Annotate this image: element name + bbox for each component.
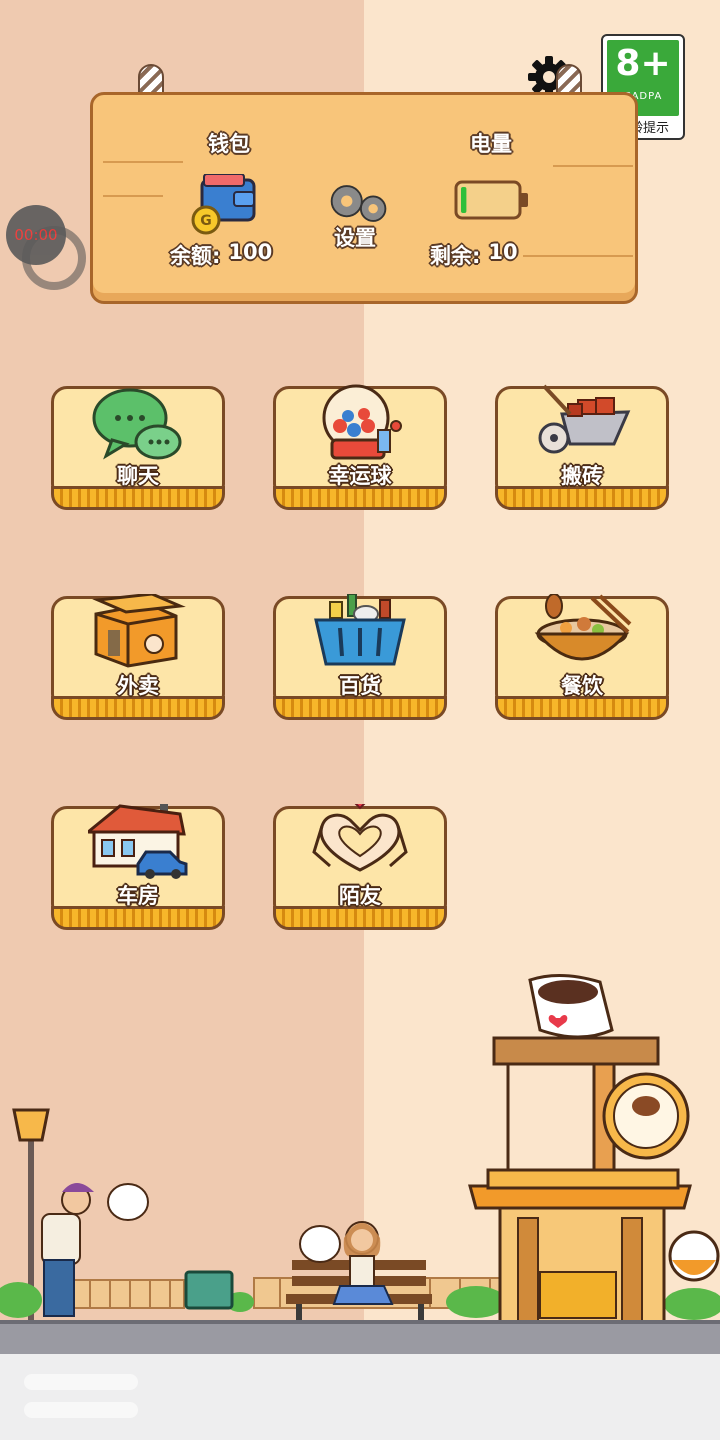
delivery-box-icon xyxy=(92,594,186,668)
heart-hands-icon xyxy=(312,804,408,872)
balance-label: 余额: xyxy=(170,244,221,268)
wallet-title: 钱包 xyxy=(208,132,250,156)
remaining-value: 10 xyxy=(488,240,518,264)
lucky-ball-machine-icon xyxy=(322,384,402,460)
bottom-area xyxy=(0,1354,720,1440)
app-dining[interactable]: 餐饮 xyxy=(495,594,669,720)
app-chat[interactable]: 聊天 xyxy=(51,386,225,510)
app-label: 车房 xyxy=(117,884,159,908)
wheelbarrow-bricks-icon xyxy=(538,384,631,454)
app-label: 百货 xyxy=(339,674,381,698)
blurred-overlay-bar xyxy=(24,1374,138,1390)
shopping-basket-icon xyxy=(314,594,406,666)
app-department-store[interactable]: 百货 xyxy=(273,594,447,720)
battery-icon xyxy=(454,180,528,220)
rating-age: 8+ xyxy=(615,43,671,84)
app-label: 陌友 xyxy=(339,884,381,908)
chat-bubbles-icon xyxy=(92,388,182,460)
app-label: 幸运球 xyxy=(328,464,392,488)
balance-value: 100 xyxy=(228,240,273,264)
app-lucky-ball[interactable]: 幸运球 xyxy=(273,384,447,510)
app-stranger-friends[interactable]: 陌友 xyxy=(273,804,447,930)
app-label: 外卖 xyxy=(117,674,159,698)
wallet-icon[interactable]: G xyxy=(190,174,260,236)
app-car-house[interactable]: 车房 xyxy=(51,804,225,930)
blurred-overlay-bar xyxy=(24,1402,138,1418)
road xyxy=(0,1320,720,1354)
street-scene-illustration xyxy=(0,973,720,1338)
battery-remaining: 剩余: 10 xyxy=(430,240,518,270)
remaining-label: 剩余: xyxy=(430,244,481,268)
wallet-balance: 余额: 100 xyxy=(170,240,272,270)
app-bricks[interactable]: 搬砖 xyxy=(495,384,669,510)
app-label: 搬砖 xyxy=(561,464,603,488)
settings-gears-icon[interactable] xyxy=(326,180,392,228)
food-bowl-icon xyxy=(534,594,632,661)
screen-recorder-button[interactable]: 00:00 xyxy=(6,205,66,265)
battery-title: 电量 xyxy=(470,132,512,156)
settings-button[interactable]: 设置 xyxy=(334,222,376,252)
house-car-icon xyxy=(88,804,188,879)
svg-text:G: G xyxy=(200,213,212,229)
app-label: 聊天 xyxy=(117,464,159,488)
app-delivery[interactable]: 外卖 xyxy=(51,594,225,720)
app-label: 餐饮 xyxy=(561,674,603,698)
